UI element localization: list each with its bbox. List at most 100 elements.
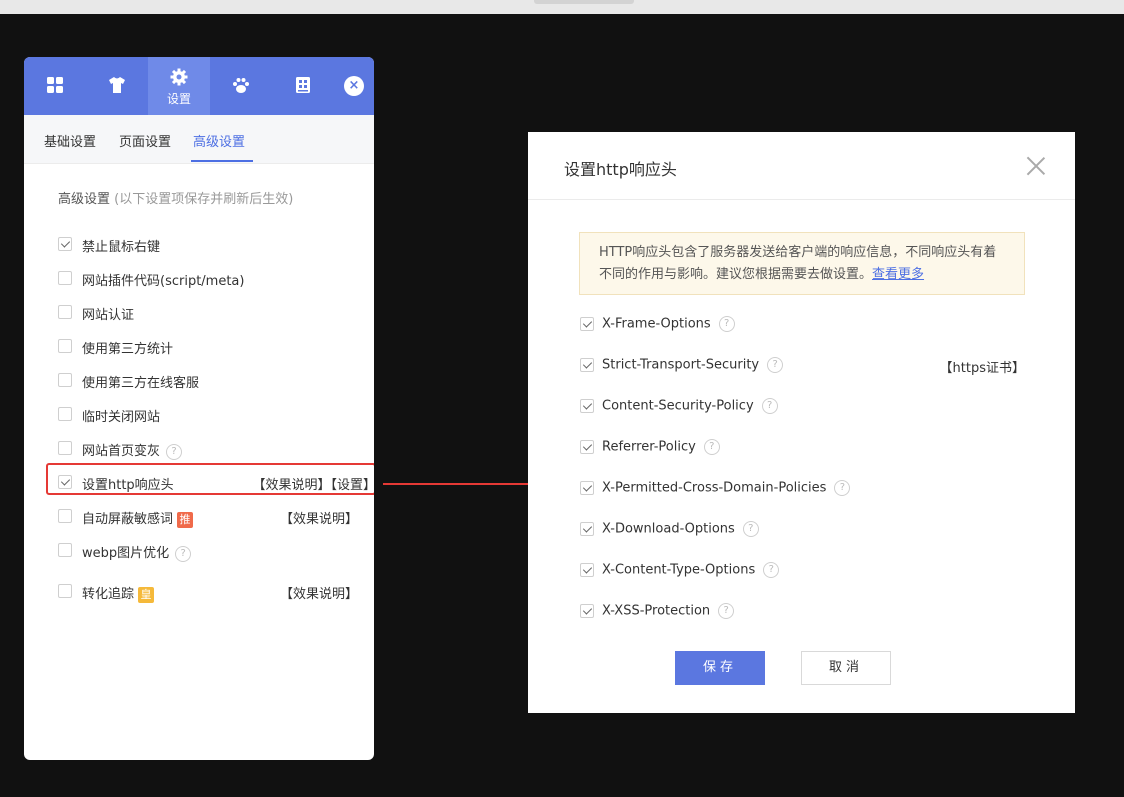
option-label: 设置http响应头	[82, 478, 174, 493]
option-row[interactable]: 网站认证	[58, 303, 358, 323]
settings-panel: 设置 × 基础设置 页面设置 高级设置 高级设置 (以下设置项保存并刷新后生效)…	[24, 57, 374, 760]
option-row[interactable]: 自动屏蔽敏感词推 【效果说明】	[58, 507, 358, 528]
option-label: 禁止鼠标右键	[82, 240, 161, 255]
option-label: 使用第三方在线客服	[82, 376, 200, 391]
option-label: 转化追踪	[82, 587, 135, 602]
header-label: X-Permitted-Cross-Domain-Policies	[602, 480, 827, 496]
header-option[interactable]: X-Content-Type-Options?	[580, 561, 1025, 581]
header-checkbox[interactable]	[580, 522, 594, 536]
help-icon[interactable]: ?	[175, 545, 192, 562]
header-option[interactable]: X-Download-Options?	[580, 520, 1025, 540]
option-row[interactable]: 网站首页变灰?	[58, 439, 358, 460]
header-label-wrap: X-XSS-Protection?	[602, 603, 735, 619]
settings-subnav: 基础设置 页面设置 高级设置	[24, 115, 374, 164]
dialog-title: 设置http响应头	[564, 160, 677, 179]
option-row-http-headers[interactable]: 设置http响应头 【效果说明】【设置】	[58, 473, 374, 493]
header-label-wrap: Strict-Transport-Security?	[602, 357, 784, 373]
header-label-wrap: Referrer-Policy?	[602, 439, 720, 455]
paw-icon	[233, 78, 249, 93]
tab-theme[interactable]	[86, 57, 148, 115]
crown-badge: 皇	[138, 586, 155, 603]
header-option[interactable]: Strict-Transport-Security? 【https证书】	[580, 356, 1025, 376]
option-label-wrap: 转化追踪皇	[82, 583, 155, 603]
option-row[interactable]: 使用第三方统计	[58, 337, 358, 357]
option-row[interactable]: 转化追踪皇 【效果说明】	[58, 582, 358, 603]
option-row[interactable]: 网站插件代码(script/meta)	[58, 269, 358, 289]
help-icon[interactable]: ?	[834, 480, 851, 496]
shirt-icon	[109, 77, 125, 93]
option-checkbox[interactable]	[58, 373, 72, 387]
header-checkbox[interactable]	[580, 317, 594, 331]
header-option[interactable]: X-XSS-Protection?	[580, 602, 1025, 622]
document-icon	[296, 77, 310, 93]
header-option[interactable]: Referrer-Policy?	[580, 438, 1025, 458]
option-row[interactable]: 禁止鼠标右键	[58, 235, 358, 255]
tab-plugins[interactable]	[210, 57, 272, 115]
option-checkbox[interactable]	[58, 475, 72, 489]
option-label: 使用第三方统计	[82, 342, 174, 357]
option-checkbox[interactable]	[58, 509, 72, 523]
tab-handle[interactable]	[534, 0, 634, 4]
header-checkbox[interactable]	[580, 481, 594, 495]
save-button[interactable]: 保存	[675, 651, 765, 685]
option-checkbox[interactable]	[58, 407, 72, 421]
header-label-wrap: Content-Security-Policy?	[602, 398, 778, 414]
option-row[interactable]: webp图片优化?	[58, 541, 358, 562]
https-cert-link[interactable]: 【https证书】	[940, 357, 1025, 376]
header-checkbox[interactable]	[580, 563, 594, 577]
header-label: Referrer-Policy	[602, 439, 696, 455]
option-label: 网站插件代码(script/meta)	[82, 274, 245, 289]
header-checkbox[interactable]	[580, 440, 594, 454]
tab-layout[interactable]	[24, 57, 86, 115]
header-label-wrap: X-Frame-Options?	[602, 316, 735, 332]
header-label-wrap: X-Content-Type-Options?	[602, 562, 780, 578]
tab-pages[interactable]	[272, 57, 334, 115]
help-icon[interactable]: ?	[763, 562, 780, 578]
http-headers-dialog: 设置http响应头 HTTP响应头包含了服务器发送给客户端的响应信息，不同响应头…	[528, 132, 1075, 713]
option-checkbox[interactable]	[58, 237, 72, 251]
help-icon[interactable]: ?	[718, 603, 735, 619]
subnav-page[interactable]: 页面设置	[119, 131, 171, 150]
header-checkbox[interactable]	[580, 358, 594, 372]
option-row[interactable]: 临时关闭网站	[58, 405, 358, 425]
help-icon[interactable]: ?	[742, 521, 759, 537]
option-checkbox[interactable]	[58, 584, 72, 598]
annotation-arrow-line	[383, 483, 543, 485]
dialog-close-icon[interactable]	[1026, 156, 1046, 176]
header-option[interactable]: X-Frame-Options?	[580, 315, 1025, 335]
header-option[interactable]: X-Permitted-Cross-Domain-Policies?	[580, 479, 1025, 499]
option-effect-link[interactable]: 【效果说明】	[228, 508, 358, 527]
option-checkbox[interactable]	[58, 305, 72, 319]
help-icon[interactable]: ?	[166, 443, 183, 460]
option-actions-links[interactable]: 【效果说明】【设置】	[218, 474, 374, 493]
header-checkbox[interactable]	[580, 604, 594, 618]
option-label-wrap: 自动屏蔽敏感词推	[82, 508, 194, 528]
gear-icon	[170, 68, 188, 86]
learn-more-link[interactable]: 查看更多	[872, 267, 924, 282]
grid-icon	[47, 77, 63, 93]
help-icon[interactable]: ?	[703, 439, 720, 455]
option-effect-link[interactable]: 【效果说明】	[228, 583, 358, 602]
option-label: 网站首页变灰	[82, 444, 161, 459]
section-title-text: 高级设置	[58, 192, 111, 207]
close-icon: ×	[348, 78, 360, 93]
header-checkbox[interactable]	[580, 399, 594, 413]
option-checkbox[interactable]	[58, 441, 72, 455]
subnav-advanced[interactable]: 高级设置	[193, 131, 245, 150]
panel-tab-bar: 设置 ×	[24, 57, 374, 115]
option-row[interactable]: 使用第三方在线客服	[58, 371, 358, 391]
help-icon[interactable]: ?	[761, 398, 778, 414]
header-option[interactable]: Content-Security-Policy?	[580, 397, 1025, 417]
header-label-wrap: X-Download-Options?	[602, 521, 759, 537]
help-icon[interactable]: ?	[767, 357, 784, 373]
subnav-basic[interactable]: 基础设置	[44, 131, 96, 150]
cancel-button[interactable]: 取消	[801, 651, 891, 685]
panel-close-button[interactable]: ×	[344, 76, 364, 96]
help-icon[interactable]: ?	[718, 316, 735, 332]
recommend-badge: 推	[177, 511, 194, 528]
header-label: X-Frame-Options	[602, 316, 711, 332]
option-checkbox[interactable]	[58, 339, 72, 353]
option-checkbox[interactable]	[58, 543, 72, 557]
option-checkbox[interactable]	[58, 271, 72, 285]
tab-settings[interactable]: 设置	[148, 57, 210, 115]
